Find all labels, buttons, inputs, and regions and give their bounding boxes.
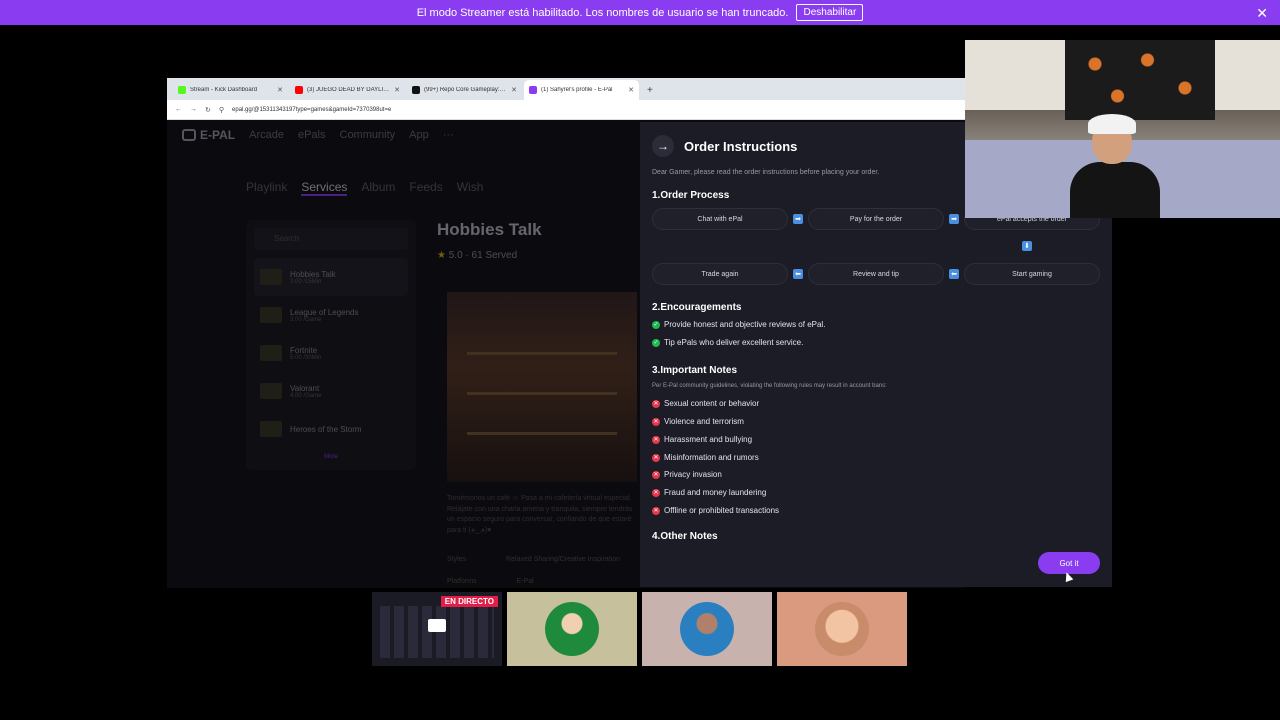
tab-label: (3) JUEGO DEAD BY DAYLIGHT (307, 87, 391, 93)
list-item: ✕ Misinformation and rumors (652, 453, 759, 462)
section-encouragements: 2.Encouragements (652, 302, 742, 313)
tab-close-icon[interactable]: ✕ (511, 86, 517, 94)
webcam-tapestry (1065, 40, 1215, 120)
arrow-down-icon: ⬇ (1022, 241, 1032, 251)
modal-intro: Dear Gamer, please read the order instru… (652, 169, 880, 176)
back-icon[interactable]: ← (175, 106, 182, 113)
step-start-gaming: Start gaming (964, 263, 1100, 285)
forward-icon[interactable]: → (190, 106, 197, 113)
epal-favicon-icon (529, 86, 537, 94)
cross-icon: ✕ (652, 470, 660, 479)
notes-intro: Per E-Pal community guidelines, violatin… (652, 383, 887, 389)
x-favicon-icon (412, 86, 420, 94)
tab-close-icon[interactable]: ✕ (394, 86, 400, 94)
tab-close-icon[interactable]: ✕ (277, 86, 283, 94)
streamer-body (1070, 162, 1160, 218)
cross-icon: ✕ (652, 488, 660, 497)
list-item: ✓ Provide honest and objective reviews of… (652, 320, 825, 329)
list-item-text: Provide honest and objective reviews of … (664, 320, 826, 329)
back-arrow-icon[interactable]: → (652, 135, 674, 157)
list-item: ✕ Fraud and money laundering (652, 488, 766, 497)
cross-icon: ✕ (652, 453, 660, 462)
tab-label: Stream - Kick Dashboard (190, 87, 258, 93)
section-important-notes: 3.Important Notes (652, 365, 738, 376)
step-chat: Chat with ePal (652, 208, 788, 230)
browser-tab[interactable]: (99+) Repo Core Gameplay: Fu ✕ (407, 80, 522, 100)
list-item-text: Offline or prohibited transactions (664, 506, 780, 515)
step-pay: Pay for the order (808, 208, 944, 230)
section-order-process: 1.Order Process (652, 190, 730, 201)
check-icon: ✓ (652, 338, 660, 347)
list-item-text: Violence and terrorism (664, 417, 744, 426)
step-review: Review and tip (808, 263, 944, 285)
new-tab-icon[interactable]: + (641, 85, 659, 100)
list-item: ✕ Offline or prohibited transactions (652, 506, 779, 515)
arrow-left-icon: ⬅ (793, 269, 803, 279)
browser-tab[interactable]: Stream - Kick Dashboard ✕ (173, 80, 288, 100)
cross-icon: ✕ (652, 506, 660, 515)
list-item-text: Fraud and money laundering (664, 488, 767, 497)
participant-tile[interactable] (507, 592, 637, 666)
browser-tab[interactable]: (3) JUEGO DEAD BY DAYLIGHT ✕ (290, 80, 405, 100)
section-other-notes: 4.Other Notes (652, 531, 718, 540)
list-item: ✕ Privacy invasion (652, 470, 722, 479)
kick-favicon-icon (178, 86, 186, 94)
participant-tile[interactable] (642, 592, 772, 666)
avatar (545, 602, 599, 656)
list-item-text: Tip ePals who deliver excellent service. (664, 338, 804, 347)
list-item: ✕ Violence and terrorism (652, 417, 744, 426)
list-item: ✕ Sexual content or behavior (652, 399, 759, 408)
list-item: ✕ Harassment and bullying (652, 435, 752, 444)
cross-icon: ✕ (652, 435, 660, 444)
screen-share-preview (380, 606, 494, 658)
list-item-text: Privacy invasion (664, 470, 722, 479)
reload-icon[interactable]: ↻ (205, 106, 211, 114)
list-item-text: Misinformation and rumors (664, 453, 759, 462)
screen: El modo Streamer está habilitado. Los no… (0, 0, 1280, 720)
arrow-left-icon: ⬅ (949, 269, 959, 279)
modal-title: Order Instructions (684, 138, 798, 154)
arrow-right-icon: ➡ (949, 214, 959, 224)
tab-label: (99+) Repo Core Gameplay: Fu (424, 87, 508, 93)
stream-participant-tiles: EN DIRECTO (372, 592, 907, 666)
browser-tab-active[interactable]: (1) Sahyrel's profile - E-Pal ✕ (524, 80, 639, 100)
step-trade-again: Trade again (652, 263, 788, 285)
banner-message: El modo Streamer está habilitado. Los no… (416, 6, 789, 19)
arrow-right-icon: ➡ (793, 214, 803, 224)
modal-header: → Order Instructions (652, 135, 797, 157)
address-bar: ← → ↻ ⚲ epal.gg/@15311343197type=games&g… (167, 100, 965, 120)
list-item-text: Harassment and bullying (664, 435, 753, 444)
cross-icon: ✕ (652, 417, 660, 426)
site-info-icon[interactable]: ⚲ (219, 106, 224, 114)
disable-streamer-mode-button[interactable]: Deshabilitar (796, 4, 864, 21)
webcam-feed (965, 40, 1280, 218)
browser-tabbar: Stream - Kick Dashboard ✕ (3) JUEGO DEAD… (167, 78, 965, 100)
close-icon[interactable]: ✕ (1256, 5, 1268, 22)
live-badge: EN DIRECTO (440, 596, 498, 607)
check-icon: ✓ (652, 320, 660, 329)
cross-icon: ✕ (652, 399, 660, 408)
tab-label: (1) Sahyrel's profile - E-Pal (541, 87, 613, 93)
avatar (815, 602, 869, 656)
tab-close-icon[interactable]: ✕ (628, 86, 634, 94)
youtube-favicon-icon (295, 86, 303, 94)
avatar (680, 602, 734, 656)
webcam-streamer (1070, 112, 1160, 218)
list-item: ✓ Tip ePals who deliver excellent service… (652, 338, 803, 347)
list-item-text: Sexual content or behavior (664, 399, 760, 408)
screen-share-icon (428, 619, 446, 632)
streamer-cap (1088, 114, 1136, 134)
url-field[interactable]: epal.gg/@15311343197type=games&gameId=73… (232, 107, 391, 113)
streamer-mode-banner: El modo Streamer está habilitado. Los no… (0, 0, 1280, 25)
live-screen-tile[interactable]: EN DIRECTO (372, 592, 502, 666)
participant-tile[interactable] (777, 592, 907, 666)
